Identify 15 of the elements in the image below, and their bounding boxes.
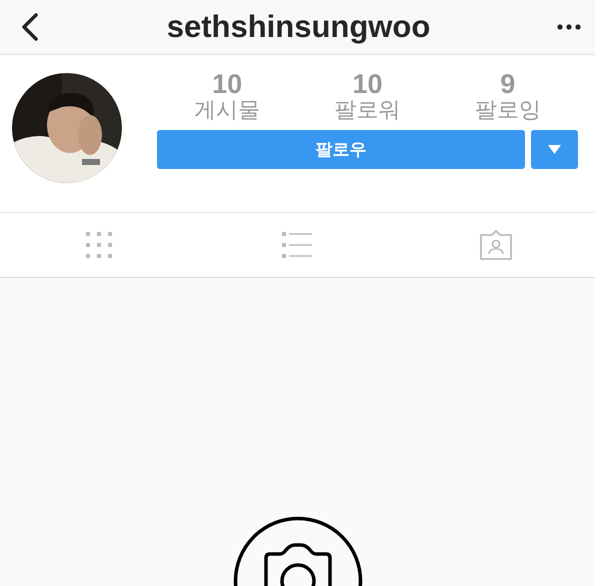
grid-icon[interactable] <box>86 232 112 258</box>
stat-count: 9 <box>500 72 516 97</box>
more-icon[interactable] <box>557 24 581 30</box>
stat-label: 팔로잉 <box>474 97 541 123</box>
dropdown-button[interactable] <box>531 130 578 169</box>
caret-icon <box>548 145 561 154</box>
stat-count: 10 <box>212 72 242 97</box>
follow-button[interactable]: 팔로우 <box>157 130 525 169</box>
tagged-icon[interactable] <box>478 229 514 261</box>
stat-label: 게시물 <box>194 97 260 123</box>
profile-username: sethshinsungwoo <box>166 9 430 45</box>
back-icon[interactable] <box>20 13 40 41</box>
stat-label: 팔로워 <box>334 97 400 123</box>
stat-count: 10 <box>352 72 383 97</box>
list-icon[interactable] <box>282 232 312 258</box>
